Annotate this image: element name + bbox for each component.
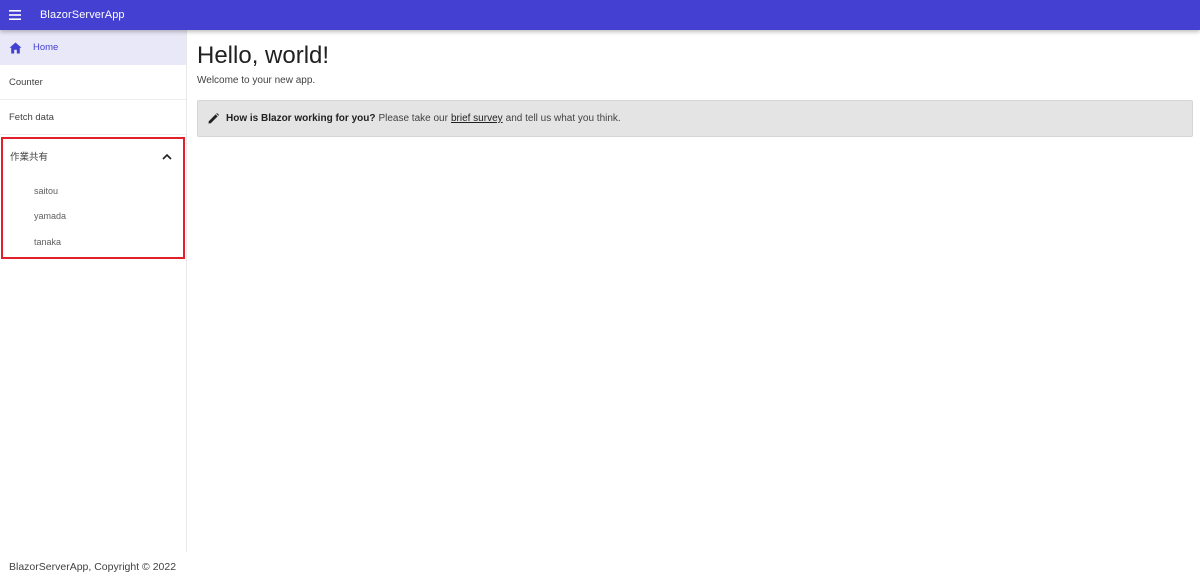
survey-alert: How is Blazor working for you? Please ta… xyxy=(197,100,1193,137)
nav-subitem-tanaka[interactable]: tanaka xyxy=(3,229,183,255)
page-title: Hello, world! xyxy=(197,42,330,69)
app-bar: BlazorServerApp xyxy=(0,0,1200,30)
nav-group-label: 作業共有 xyxy=(10,152,49,163)
pencil-icon xyxy=(208,113,220,125)
footer-text: BlazorServerApp, Copyright © 2022 xyxy=(9,561,177,573)
nav-item-fetch-data[interactable]: Fetch data xyxy=(0,100,186,135)
nav-item-home[interactable]: Home xyxy=(0,30,186,65)
nav-group-header[interactable]: 作業共有 xyxy=(3,139,183,173)
survey-text-after: and tell us what you think. xyxy=(505,113,621,124)
main-content: Hello, world! Welcome to your new app. H… xyxy=(197,30,1193,137)
nav-group-list: saitou yamada tanaka xyxy=(3,173,183,255)
app-title: BlazorServerApp xyxy=(40,9,125,21)
nav-item-label: Fetch data xyxy=(9,111,54,123)
nav-drawer: Home Counter Fetch data 作業共有 saitou yama… xyxy=(0,30,187,552)
hamburger-menu-button[interactable] xyxy=(0,0,30,30)
chevron-up-icon xyxy=(161,150,173,162)
nav-item-label: Counter xyxy=(9,76,43,88)
nav-subitem-saitou[interactable]: saitou xyxy=(3,178,183,204)
welcome-text: Welcome to your new app. xyxy=(197,75,316,86)
survey-question: How is Blazor working for you? xyxy=(226,113,376,124)
hamburger-menu-icon xyxy=(9,10,21,20)
home-icon xyxy=(9,41,23,55)
nav-subitem-yamada[interactable]: yamada xyxy=(3,204,183,230)
survey-text-before: Please take our xyxy=(378,113,448,124)
nav-group-highlight: 作業共有 saitou yamada tanaka xyxy=(1,137,185,259)
survey-link[interactable]: brief survey xyxy=(451,113,503,124)
nav-item-label: Home xyxy=(33,42,59,53)
nav-item-counter[interactable]: Counter xyxy=(0,65,186,100)
